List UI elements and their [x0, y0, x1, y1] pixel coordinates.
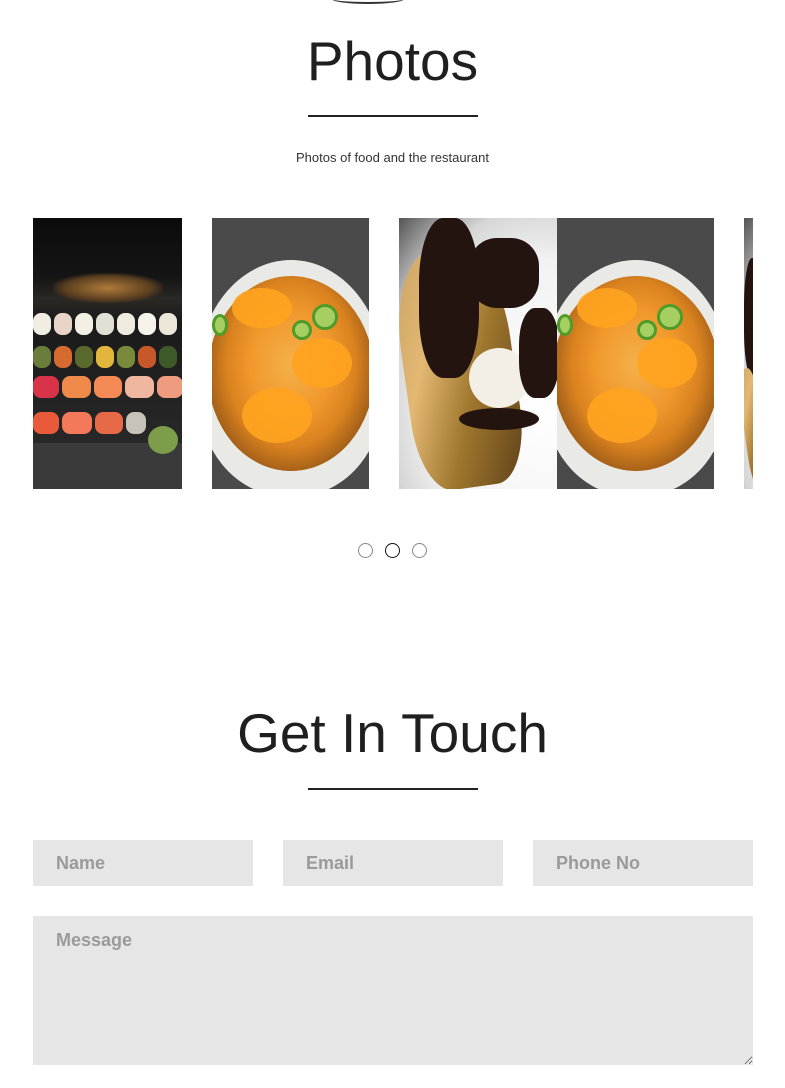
photo-carousel[interactable]	[33, 218, 753, 489]
carousel-pagination	[0, 543, 785, 558]
photos-title: Photos	[306, 30, 479, 92]
title-divider	[308, 788, 478, 790]
crepe-photo[interactable]	[744, 218, 753, 489]
photos-subtitle: Photos of food and the restaurant	[296, 150, 489, 165]
tempura-photo[interactable]	[212, 218, 369, 489]
tempura-photo[interactable]	[557, 218, 714, 489]
message-field[interactable]	[33, 916, 753, 1065]
email-field[interactable]	[283, 840, 503, 886]
sushi-photo[interactable]	[33, 218, 182, 489]
carousel-dot-3[interactable]	[412, 543, 427, 558]
name-field[interactable]	[33, 840, 253, 886]
crepe-photo[interactable]	[399, 218, 557, 489]
title-divider	[308, 115, 478, 117]
contact-title: Get In Touch	[237, 702, 548, 764]
carousel-dot-1[interactable]	[358, 543, 373, 558]
carousel-dot-2[interactable]	[385, 543, 400, 558]
phone-field[interactable]	[533, 840, 753, 886]
decorative-arc	[332, 0, 404, 4]
